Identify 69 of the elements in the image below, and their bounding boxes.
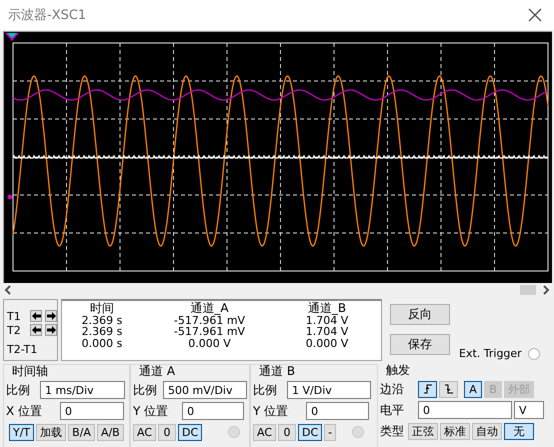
invert-button[interactable]: - <box>324 424 336 440</box>
column-header: 通道_A <box>189 303 230 314</box>
save-button[interactable]: 保存 <box>390 334 450 355</box>
input-field[interactable]: 0 <box>306 402 370 420</box>
cursor-label: T2-T1 <box>7 342 38 356</box>
group-title: 时间轴 <box>12 365 49 378</box>
table-cell-text: 1.704 V <box>304 314 350 326</box>
table-cell-text: 2.369 s <box>80 326 124 338</box>
scroll-left-icon[interactable] <box>4 285 12 295</box>
scrollbar-thumb[interactable] <box>520 285 536 295</box>
radio-button[interactable] <box>228 426 240 438</box>
table-cell-text: 0.000 V <box>187 338 232 349</box>
edge-button[interactable] <box>439 380 458 398</box>
cursor-label: T2 <box>7 324 22 336</box>
field-label: 电平 <box>380 402 404 418</box>
input-field[interactable]: 1 ms/Div <box>40 381 125 399</box>
group-title: 触发 <box>386 364 411 377</box>
column-header: 时间 <box>89 303 115 314</box>
table-cell-text: 2.369 s <box>80 314 124 326</box>
field-label: 边沿 <box>380 380 404 398</box>
field-label: 比例 <box>253 382 277 398</box>
cursor-label: T1 <box>7 310 22 322</box>
rising-edge-icon <box>422 384 432 394</box>
close-icon[interactable] <box>528 8 542 22</box>
toggle-button[interactable]: 0 <box>278 424 296 440</box>
table-cell-text: -517.961 mV <box>172 314 246 326</box>
field-label: 类型 <box>380 422 404 440</box>
radio-button[interactable] <box>528 348 540 360</box>
edge-button[interactable] <box>418 380 437 398</box>
group-title: 通道 B <box>259 365 296 378</box>
window-title: 示波器-XSC1 <box>8 7 86 24</box>
toggle-button[interactable]: 0 <box>158 424 176 440</box>
toggle-button[interactable]: 标准 <box>440 422 470 440</box>
field-label: Y 位置 <box>133 402 168 420</box>
channel-marker-icon <box>8 194 12 200</box>
ext-trigger-label: Ext. Trigger <box>459 347 522 360</box>
toggle-button[interactable]: 正弦 <box>408 422 438 440</box>
toggle-button[interactable]: DC <box>178 424 202 440</box>
input-field[interactable]: 500 mV/Div <box>163 381 247 399</box>
table-cell-text: 0.000 V <box>304 338 350 349</box>
falling-edge-icon <box>444 384 454 394</box>
input-field[interactable]: 0 <box>182 402 244 420</box>
toggle-button[interactable]: 自动 <box>472 422 502 440</box>
column-header: 通道_B <box>306 303 348 314</box>
toggle-button[interactable]: A/B <box>96 424 124 440</box>
input-field[interactable]: 0 <box>418 401 512 419</box>
group-title: 通道 A <box>139 365 176 378</box>
input-field[interactable]: 0 <box>60 402 124 420</box>
table-cell-text: -517.961 mV <box>172 326 246 338</box>
toggle-button[interactable]: AC <box>133 424 156 440</box>
field-label: 比例 <box>133 382 157 398</box>
toggle-button[interactable]: A <box>464 380 482 398</box>
reverse-button[interactable]: 反向 <box>390 304 450 325</box>
field-label: Y 位置 <box>253 402 288 420</box>
radio-button[interactable] <box>352 426 364 438</box>
unit-field[interactable]: V <box>514 401 544 419</box>
table-cell-text: 1.704 V <box>304 326 350 338</box>
toggle-button[interactable]: Y/T <box>9 424 34 440</box>
toggle-button[interactable]: B/A <box>68 424 95 440</box>
field-label: X 位置 <box>6 402 42 420</box>
toggle-button[interactable]: 无 <box>504 422 534 440</box>
toggle-button[interactable]: AC <box>253 424 276 440</box>
scroll-right-icon[interactable] <box>542 285 550 295</box>
toggle-button[interactable]: 加载 <box>36 424 66 440</box>
table-cell-text: 0.000 s <box>80 338 124 349</box>
input-field[interactable]: 1 V/Div <box>287 381 371 399</box>
toggle-button[interactable]: DC <box>298 424 322 440</box>
cursor-marker-icon[interactable] <box>5 33 19 41</box>
field-label: 比例 <box>6 382 30 398</box>
